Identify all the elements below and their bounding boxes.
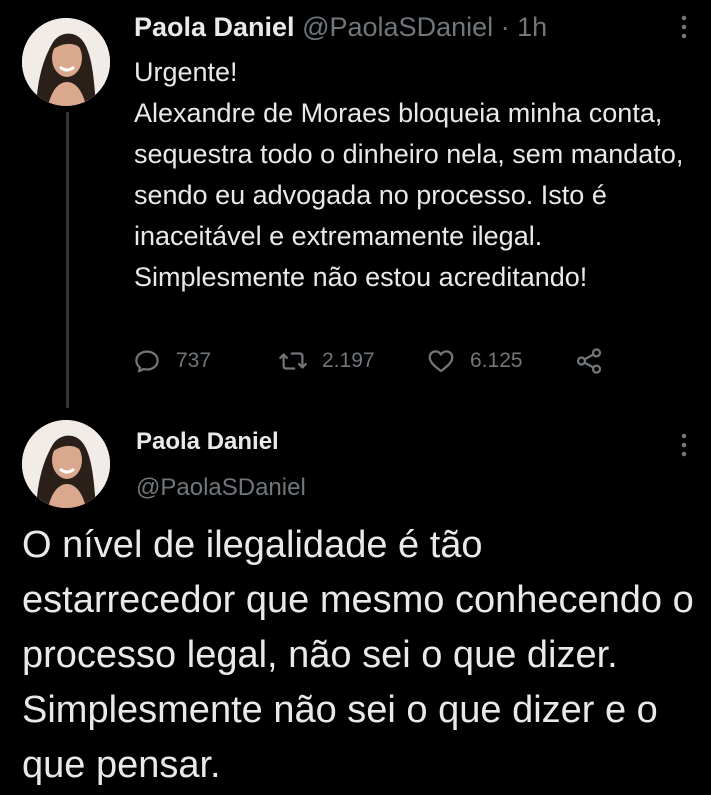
display-name[interactable]: Paola Daniel bbox=[136, 425, 279, 459]
share-icon bbox=[576, 348, 602, 374]
like-button[interactable]: 6.125 bbox=[426, 344, 523, 378]
reply-button[interactable]: 737 bbox=[132, 344, 211, 378]
tweet-header: Paola Daniel @PaolaSDaniel · 1h bbox=[134, 10, 547, 44]
user-handle[interactable]: @PaolaSDaniel bbox=[302, 12, 493, 42]
retweet-icon bbox=[279, 352, 307, 370]
share-button[interactable] bbox=[574, 344, 604, 378]
tweet-text-heading: Urgente! bbox=[134, 57, 238, 87]
like-count: 6.125 bbox=[470, 349, 523, 372]
reply-count: 737 bbox=[176, 349, 212, 372]
thread-line bbox=[66, 112, 69, 408]
tweet-text: Urgente! Alexandre de Moraes bloqueia mi… bbox=[134, 52, 694, 298]
tweet-time[interactable]: 1h bbox=[517, 12, 547, 42]
retweet-count: 2.197 bbox=[322, 349, 375, 372]
tweet-actions: 737 2.197 6.125 bbox=[132, 344, 632, 378]
heart-icon bbox=[428, 350, 454, 373]
user-handle[interactable]: @PaolaSDaniel bbox=[136, 471, 306, 505]
tweet-text: O nível de ilegalidade é tão estarrecedo… bbox=[22, 524, 694, 786]
reply-icon bbox=[135, 350, 159, 373]
avatar-photo bbox=[22, 420, 110, 508]
header-separator: · bbox=[500, 12, 510, 42]
avatar-photo bbox=[22, 18, 110, 106]
tweet-text-body: Alexandre de Moraes bloqueia minha conta… bbox=[134, 98, 684, 292]
avatar[interactable] bbox=[22, 18, 110, 106]
more-vertical-icon[interactable] bbox=[680, 432, 688, 458]
more-vertical-icon[interactable] bbox=[680, 14, 688, 40]
avatar[interactable] bbox=[22, 420, 110, 508]
display-name[interactable]: Paola Daniel bbox=[134, 12, 295, 42]
retweet-button[interactable]: 2.197 bbox=[278, 344, 375, 378]
